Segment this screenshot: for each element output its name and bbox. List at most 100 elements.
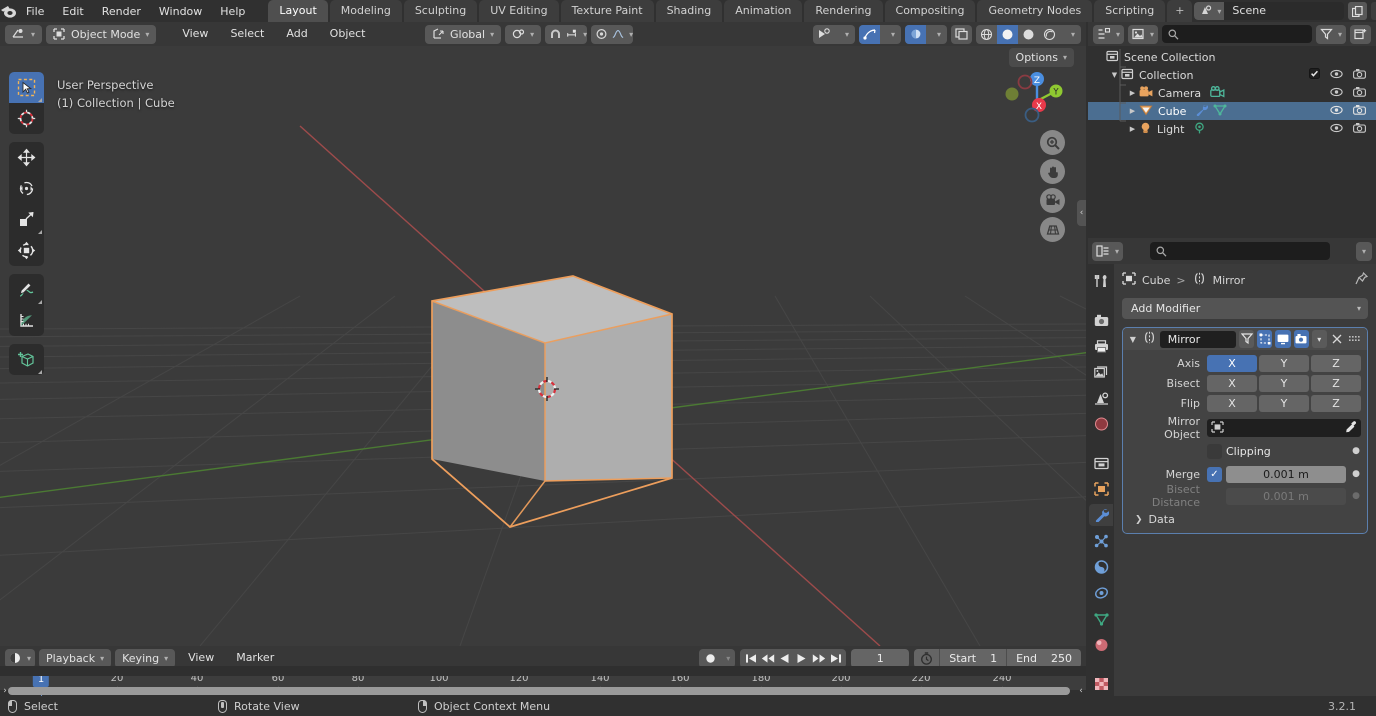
playback-dropdown[interactable]: Playback ▾: [39, 648, 112, 668]
tool-transform-icon[interactable]: [9, 235, 44, 266]
eyedropper-icon[interactable]: [1344, 420, 1357, 436]
workspace-tab-scripting[interactable]: Scripting: [1094, 0, 1166, 22]
workspace-tab-sculpting[interactable]: Sculpting: [403, 0, 478, 22]
breadcrumb-object-name[interactable]: Cube: [1142, 274, 1170, 287]
toggle-xray-button[interactable]: [951, 24, 972, 44]
magnet-icon[interactable]: [545, 25, 566, 44]
bisect-z-button[interactable]: Z: [1311, 374, 1361, 392]
workspace-tab-layout[interactable]: Layout: [268, 0, 328, 22]
play-reverse-icon[interactable]: [776, 649, 793, 668]
shading-dropdown[interactable]: ▾: [1060, 25, 1081, 44]
record-dot-icon[interactable]: [699, 649, 721, 668]
workspace-tab-animation[interactable]: Animation: [724, 0, 803, 22]
prop-tab-collection[interactable]: [1089, 452, 1113, 474]
tool-add-cube-icon[interactable]: [9, 344, 44, 375]
shading-rendered-icon[interactable]: [1039, 25, 1060, 44]
proportional-edit-icon[interactable]: [591, 25, 612, 44]
viewport-menu-select[interactable]: Select: [221, 22, 273, 46]
pin-icon[interactable]: [1355, 271, 1369, 288]
tool-rotate-icon[interactable]: [9, 173, 44, 204]
proportional-falloff-dropdown[interactable]: ▾: [612, 25, 633, 44]
prop-tab-render[interactable]: [1089, 309, 1113, 331]
workspace-tab-shading[interactable]: Shading: [655, 0, 723, 22]
tool-cursor-3d-icon[interactable]: [9, 103, 44, 134]
xray-dropdown[interactable]: ▾: [926, 25, 947, 44]
tool-annotate-icon[interactable]: [9, 274, 44, 305]
modifier-data-section-header[interactable]: ❯ Data: [1129, 513, 1361, 526]
tool-scale-icon[interactable]: [9, 204, 44, 235]
shading-solid-icon[interactable]: [997, 24, 1018, 44]
gizmo-icon[interactable]: [813, 25, 834, 44]
axis-z-button[interactable]: Z: [1311, 354, 1361, 372]
modifier-toggle-render-icon[interactable]: [1293, 330, 1309, 348]
modifier-extras-dropdown-icon[interactable]: ▾: [1311, 330, 1327, 348]
workspace-tab-rendering[interactable]: Rendering: [804, 0, 883, 22]
play-icon[interactable]: [793, 649, 810, 668]
camera-view-icon[interactable]: [1040, 188, 1065, 213]
prop-tab-scene[interactable]: [1089, 387, 1113, 409]
timeline-editor-type-button[interactable]: ▾: [5, 648, 36, 668]
zoom-icon[interactable]: [1040, 130, 1065, 155]
clipping-checkbox[interactable]: [1207, 443, 1222, 459]
flip-z-button[interactable]: Z: [1311, 394, 1361, 412]
scene-name[interactable]: Scene: [1224, 2, 1344, 20]
overlays-icon[interactable]: [859, 24, 880, 44]
merge-checkbox[interactable]: ✓: [1207, 466, 1222, 482]
gizmo-dropdown[interactable]: ▾: [834, 25, 855, 44]
new-scene-button[interactable]: [1348, 2, 1368, 20]
jump-end-icon[interactable]: [827, 649, 844, 668]
prop-tab-modifiers[interactable]: [1089, 504, 1113, 526]
transform-orientation-dropdown[interactable]: Global ▾: [425, 24, 502, 44]
prop-tab-object[interactable]: [1089, 478, 1113, 500]
viewport-menu-object[interactable]: Object: [321, 22, 375, 46]
modifier-close-icon[interactable]: [1330, 330, 1345, 348]
next-keyframe-icon[interactable]: [810, 649, 827, 668]
shading-material-preview-icon[interactable]: [1018, 25, 1039, 44]
merge-value-field[interactable]: 0.001 m: [1226, 465, 1346, 483]
prop-tab-world[interactable]: [1089, 413, 1113, 435]
blender-logo-icon[interactable]: [0, 0, 17, 22]
navigation-gizmo[interactable]: Z Y X: [1000, 58, 1070, 128]
jump-start-icon[interactable]: [742, 649, 759, 668]
mirror-object-field[interactable]: [1207, 419, 1361, 437]
menu-window[interactable]: Window: [150, 1, 211, 22]
workspace-tab-texture-paint[interactable]: Texture Paint: [560, 0, 654, 22]
auto-keying-dropdown[interactable]: ▾: [721, 649, 735, 668]
workspace-tab-geometry-nodes[interactable]: Geometry Nodes: [977, 0, 1093, 22]
workspace-tab-modeling[interactable]: Modeling: [329, 0, 402, 22]
menu-render[interactable]: Render: [93, 1, 150, 22]
add-workspace-button[interactable]: +: [1167, 0, 1193, 22]
xray-icon[interactable]: [905, 24, 926, 44]
prop-tab-particles[interactable]: [1089, 530, 1113, 552]
workspace-tab-compositing[interactable]: Compositing: [884, 0, 976, 22]
pivot-point-dropdown[interactable]: ▾: [505, 24, 542, 44]
keying-dropdown[interactable]: Keying ▾: [115, 648, 176, 668]
editor-type-button[interactable]: ▾: [5, 24, 43, 44]
prop-tab-constraints[interactable]: [1089, 582, 1113, 604]
breadcrumb-modifier-name[interactable]: Mirror: [1213, 274, 1245, 287]
timeline-channel-strip[interactable]: › ‹: [0, 666, 1086, 696]
flip-y-button[interactable]: Y: [1259, 394, 1309, 412]
snap-to-dropdown[interactable]: ▾: [566, 25, 587, 44]
properties-editor-type-button[interactable]: ▾: [1092, 241, 1124, 261]
axis-x-button[interactable]: X: [1207, 354, 1257, 372]
3d-viewport[interactable]: User Perspective (1) Collection | Cube O…: [0, 46, 1086, 646]
modifier-toggle-edit-mode-icon[interactable]: [1257, 330, 1273, 348]
tool-select-box-icon[interactable]: [9, 72, 44, 103]
shading-wireframe-icon[interactable]: [976, 25, 997, 44]
properties-search-input[interactable]: [1149, 242, 1330, 260]
overlays-dropdown[interactable]: ▾: [880, 25, 901, 44]
prop-tab-view-layer[interactable]: [1089, 361, 1113, 383]
modifier-name-field[interactable]: Mirror: [1159, 330, 1237, 348]
prop-tab-physics[interactable]: [1089, 556, 1113, 578]
viewport-sidebar-toggle[interactable]: ‹: [1077, 200, 1086, 226]
menu-edit[interactable]: Edit: [53, 1, 92, 22]
end-frame-field[interactable]: End 250: [1007, 649, 1081, 668]
prop-tab-texture[interactable]: [1089, 673, 1113, 695]
prop-tab-material[interactable]: [1089, 634, 1113, 656]
chevron-down-icon[interactable]: ▼: [1127, 335, 1139, 344]
clipping-animate-dot[interactable]: ●: [1351, 446, 1361, 456]
add-modifier-button[interactable]: Add Modifier ▾: [1122, 298, 1368, 319]
prop-tab-tool[interactable]: [1089, 270, 1113, 292]
pan-hand-icon[interactable]: [1040, 159, 1065, 184]
